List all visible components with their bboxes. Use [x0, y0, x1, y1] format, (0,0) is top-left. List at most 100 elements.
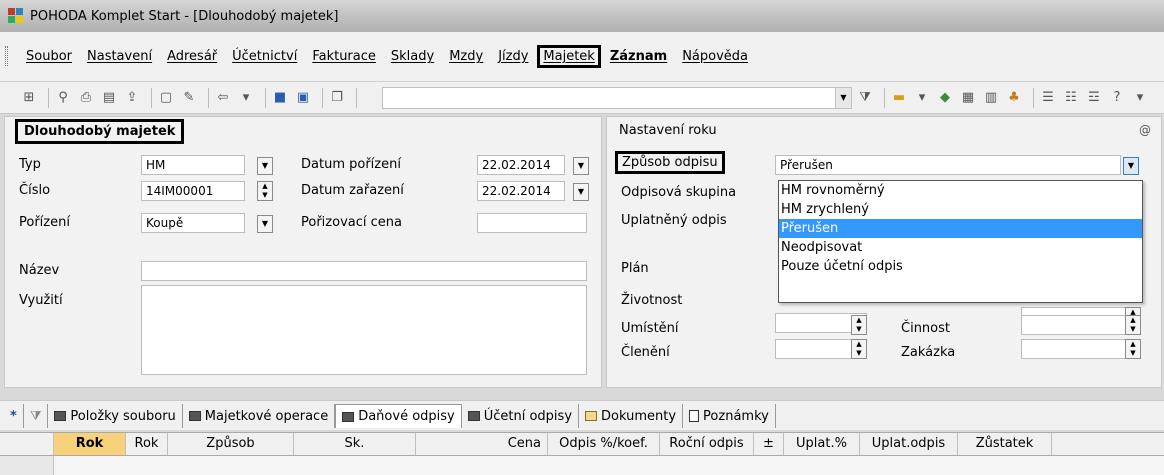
edit-pencil-icon[interactable]: ✎ [180, 89, 198, 107]
menu-zaznam[interactable]: Záznam [604, 45, 673, 68]
tab-ucetni-odpisy[interactable]: Účetní odpisy [462, 404, 580, 428]
table-icon[interactable]: ▦ [959, 89, 977, 107]
column-header-odpis-koef[interactable]: Odpis %/koef. [548, 433, 660, 455]
tab-label: Poznámky [703, 408, 769, 424]
cinnost-field[interactable] [1021, 315, 1139, 335]
dropdown-option[interactable]: Pouze účetní odpis [779, 257, 1142, 276]
back-arrow-icon[interactable]: ⇦ [214, 89, 232, 107]
new-record-icon[interactable]: ▢ [157, 89, 175, 107]
spinner-icon[interactable]: ▲▼ [257, 181, 273, 201]
toolbar-separator [322, 87, 323, 108]
column-header-zustatek[interactable]: Zůstatek [958, 433, 1052, 455]
column-header-rocni-odpis[interactable]: Roční odpis [660, 433, 754, 455]
datum-zarazeni-label: Datum zařazení [301, 183, 404, 198]
column-header-sk[interactable]: Sk. [294, 433, 416, 455]
chevron-down-icon[interactable]: ▼ [257, 215, 273, 233]
cleneni-label: Členění [621, 345, 670, 360]
chevron-down-icon[interactable]: ▼ [573, 183, 589, 201]
form-icon[interactable]: ☷ [1062, 89, 1080, 107]
table-icon [54, 411, 67, 421]
menu-sklady[interactable]: Sklady [385, 45, 440, 68]
zpusob-odpisu-label: Způsob odpisu [615, 151, 725, 174]
chevron-down-icon[interactable]: ▼ [1123, 157, 1139, 175]
datum-porizeni-label: Datum pořízení [301, 157, 401, 172]
zivotnost-label: Životnost [621, 293, 683, 308]
column-header-rok[interactable]: Rok [126, 433, 168, 455]
tab-filter[interactable]: ⧩ [24, 404, 49, 428]
spinner-icon[interactable]: ▲▼ [1125, 315, 1141, 335]
report-icon[interactable]: ☲ [1085, 89, 1103, 107]
typ-label: Typ [19, 157, 41, 172]
menu-jizdy[interactable]: Jízdy [492, 45, 534, 68]
column-header-rok-highlight[interactable]: Rok [54, 433, 126, 455]
spinner-icon[interactable]: ▲▼ [851, 339, 867, 359]
chevron-down-icon[interactable]: ▼ [257, 157, 273, 175]
search-combo[interactable]: ▼ [382, 86, 852, 109]
diamond-icon[interactable]: ◆ [936, 89, 954, 107]
print-icon[interactable]: ⎙ [77, 89, 95, 107]
row-selector[interactable] [0, 456, 54, 475]
row-header-corner [0, 433, 54, 455]
column-header-uplat-pct[interactable]: Uplat.% [784, 433, 860, 455]
tab-danove-odpisy[interactable]: Daňové odpisy [335, 404, 462, 428]
split-view-icon[interactable]: ⊞ [20, 89, 38, 107]
dropdown-option[interactable]: Neodpisovat [779, 238, 1142, 257]
menu-ucetnictvi[interactable]: Účetnictví [226, 45, 303, 68]
dropdown-option[interactable]: HM zrychlený [779, 200, 1142, 219]
tab-polozky[interactable]: Položky souboru [48, 404, 183, 428]
list-icon[interactable]: ☰ [1039, 89, 1057, 107]
save-icon[interactable]: ■ [271, 89, 289, 107]
nazev-field[interactable] [141, 261, 587, 281]
menu-fakturace[interactable]: Fakturace [306, 45, 382, 68]
spinner-icon[interactable]: ▲▼ [851, 315, 867, 335]
print-preview-icon[interactable]: ▤ [100, 89, 118, 107]
help-icon[interactable]: ? [1108, 89, 1126, 107]
folder-icon[interactable]: ▬ [890, 89, 908, 107]
menu-napoveda[interactable]: Nápověda [676, 45, 754, 68]
save-all-icon[interactable]: ▣ [294, 89, 312, 107]
menu-nastaveni[interactable]: Nastavení [81, 45, 158, 68]
chevron-down-icon[interactable]: ▾ [237, 89, 255, 107]
column-header-uplat-odpis[interactable]: Uplat.odpis [860, 433, 958, 455]
zpusob-odpisu-field[interactable]: Přerušen [775, 155, 1121, 175]
calculator-icon[interactable]: ▥ [982, 89, 1000, 107]
typ-field[interactable]: HM [141, 155, 245, 175]
tab-label: Majetkové operace [204, 408, 329, 424]
chevron-down-icon[interactable]: ▼ [573, 157, 589, 175]
menu-soubor[interactable]: Soubor [20, 45, 78, 68]
title-bar: POHODA Komplet Start - [Dlouhodobý majet… [0, 0, 1164, 32]
column-header-cena[interactable]: Cena [416, 433, 548, 455]
spinner-icon[interactable]: ▲▼ [1125, 339, 1141, 359]
datum-zarazeni-field[interactable]: 22.02.2014 [477, 181, 565, 201]
datum-porizeni-field[interactable]: 22.02.2014 [477, 155, 565, 175]
at-icon[interactable]: @ [1139, 123, 1151, 137]
menu-majetek[interactable]: Majetek [537, 45, 601, 68]
copy-icon[interactable]: ❐ [328, 89, 346, 107]
chevron-down-icon[interactable]: ▾ [1131, 89, 1149, 107]
column-header-plus-minus[interactable]: ± [754, 433, 784, 455]
window-title: POHODA Komplet Start - [Dlouhodobý majet… [30, 8, 339, 24]
attach-icon[interactable]: ⚲ [54, 89, 72, 107]
tab-majetkove-operace[interactable]: Majetkové operace [183, 404, 336, 428]
users-icon[interactable]: ♣ [1005, 89, 1023, 107]
table-row[interactable] [0, 456, 1164, 475]
porizeni-field[interactable]: Koupě [141, 213, 245, 233]
tab-poznamky[interactable]: Poznámky [683, 404, 776, 428]
vyuziti-field[interactable] [141, 285, 587, 375]
chevron-down-icon[interactable]: ▼ [835, 87, 851, 108]
export-icon[interactable]: ⇪ [123, 89, 141, 107]
chevron-down-icon[interactable]: ▾ [913, 89, 931, 107]
cislo-field[interactable]: 14IM00001 [141, 181, 245, 201]
zakazka-field[interactable] [1021, 339, 1139, 359]
column-header-zpusob[interactable]: Způsob [168, 433, 294, 455]
filter-icon[interactable]: ⧩ [856, 89, 874, 107]
tab-dokumenty[interactable]: Dokumenty [579, 404, 684, 428]
nazev-label: Název [19, 263, 60, 278]
dropdown-option[interactable]: HM rovnoměrný [779, 181, 1142, 200]
dropdown-option-selected[interactable]: Přerušen [779, 219, 1142, 238]
tab-new[interactable]: * [4, 404, 24, 428]
porizovaci-cena-field[interactable] [477, 213, 587, 233]
zpusob-odpisu-dropdown: HM rovnoměrný HM zrychlený Přerušen Neod… [778, 180, 1143, 303]
menu-adresar[interactable]: Adresář [161, 45, 223, 68]
menu-mzdy[interactable]: Mzdy [443, 45, 489, 68]
